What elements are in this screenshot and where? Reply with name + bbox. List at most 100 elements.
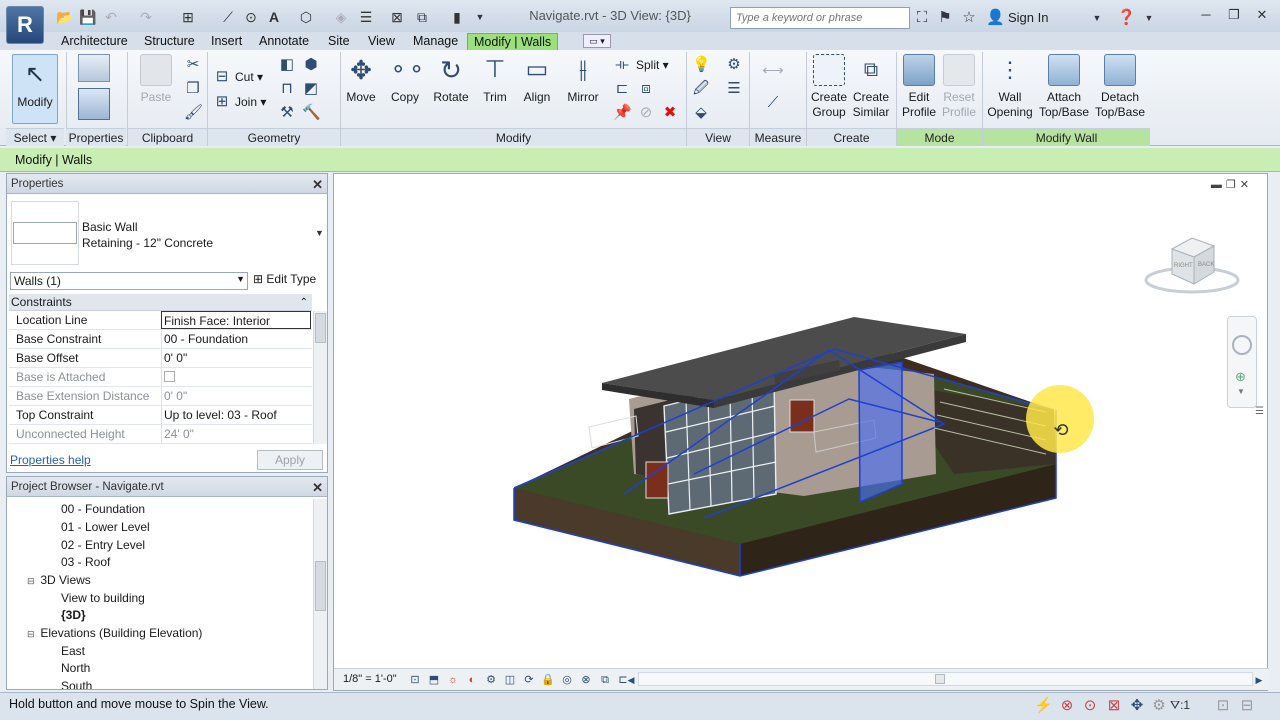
unpin-icon[interactable]: ⊘ — [637, 104, 655, 122]
property-value[interactable]: Up to level: 03 - Roof — [161, 406, 311, 424]
paste-button[interactable]: Paste — [136, 54, 176, 105]
create-group-button[interactable]: Create Group — [808, 54, 850, 120]
type-dropdown-icon[interactable]: ▼ — [315, 228, 324, 238]
properties-scrollbar[interactable] — [313, 311, 327, 444]
scroll-thumb[interactable] — [935, 674, 945, 684]
remove-paint-icon[interactable]: ◩ — [302, 80, 320, 98]
reveal-hidden-icon[interactable]: ⊗ — [579, 671, 593, 689]
minimize-icon[interactable]: ─ — [1194, 5, 1218, 25]
paint-icon[interactable]: ⬢ — [302, 56, 320, 74]
aligned-dimension-icon[interactable]: ⟋ — [758, 94, 788, 112]
property-value[interactable]: 0' 0" — [161, 349, 311, 367]
select-by-face-icon[interactable]: ⊠ — [1105, 697, 1123, 715]
viewcube[interactable]: RIGHT BACK — [1144, 237, 1240, 294]
ribbon-minimize-toggle-icon[interactable]: ▭ ▾ — [583, 34, 611, 48]
linework-icon[interactable]: ☰ — [725, 80, 743, 98]
property-row-top-constraint[interactable]: Top Constraint Up to level: 03 - Roof — [9, 406, 312, 425]
shadows-icon[interactable]: ◐ — [465, 671, 479, 689]
section-icon[interactable]: ◈ — [333, 9, 349, 25]
tab-annotate[interactable]: Annotate — [253, 33, 315, 50]
copy-clipboard-icon[interactable]: ❐ — [184, 80, 202, 98]
visual-style-icon[interactable]: ⬒ — [427, 671, 441, 689]
collapse-toggle-icon[interactable]: ⊟ — [27, 573, 37, 591]
tree-item-east[interactable]: East — [61, 643, 85, 661]
apply-button[interactable]: Apply — [257, 450, 323, 470]
join-geometry-button[interactable]: Join ▾ — [235, 95, 266, 109]
tree-item-01-lower-level[interactable]: 01 - Lower Level — [61, 519, 150, 537]
scroll-thumb[interactable] — [315, 561, 326, 611]
search-input[interactable] — [730, 7, 910, 29]
wall-joins-icon[interactable]: ⊓ — [278, 80, 296, 98]
hide-in-view-icon[interactable]: ⚙ — [725, 56, 743, 74]
user-icon[interactable]: 👤 — [986, 9, 1005, 27]
customize-icon[interactable]: ▮ — [449, 9, 465, 25]
help-icon[interactable]: ❓ — [1117, 9, 1136, 27]
tab-insert[interactable]: Insert — [205, 33, 248, 50]
dimension-icon[interactable]: ⊙ — [243, 9, 259, 25]
select-links-icon[interactable]: ⚡ — [1034, 697, 1053, 715]
show-crop-icon[interactable]: ⟳ — [522, 671, 536, 689]
property-row-base-offset[interactable]: Base Offset 0' 0" — [9, 349, 312, 368]
tree-item-elevations[interactable]: ⊟ Elevations (Building Elevation) — [27, 625, 202, 644]
property-row-base-attached[interactable]: Base is Attached — [9, 368, 312, 387]
select-pinned-icon[interactable]: ⊙ — [1081, 697, 1099, 715]
split-face-icon[interactable]: ◧ — [278, 56, 296, 74]
match-properties-icon[interactable]: 🖌 — [184, 104, 203, 122]
panel-select[interactable]: Select ▾ — [6, 128, 64, 146]
customize-dropdown-icon[interactable]: ▼ — [472, 9, 488, 25]
building-model[interactable] — [513, 317, 1057, 577]
binoculars-icon[interactable]: ⛶ — [913, 9, 931, 27]
tree-item-03-roof[interactable]: 03 - Roof — [61, 554, 110, 572]
undo-icon[interactable]: ↶ — [103, 9, 119, 25]
horizontal-scrollbar[interactable] — [638, 672, 1253, 686]
thin-lines-icon[interactable]: ☰ — [358, 9, 374, 25]
properties-icon[interactable] — [78, 88, 110, 120]
background-processes-icon[interactable]: ⚙ — [1150, 697, 1168, 715]
scroll-thumb[interactable] — [315, 313, 326, 343]
tree-item-3d-current[interactable]: {3D} — [61, 607, 86, 625]
sun-path-icon[interactable]: ☼ — [446, 671, 460, 689]
tree-item-02-entry-level[interactable]: 02 - Entry Level — [61, 537, 145, 555]
wall-opening-button[interactable]: ⋮ Wall Opening — [986, 54, 1034, 120]
tab-architecture[interactable]: Architecture — [55, 33, 134, 50]
view-element-icon[interactable]: ⬙ — [692, 104, 710, 122]
viewport-side-icon[interactable]: ☰ — [1255, 406, 1267, 426]
tab-modify-walls[interactable]: Modify | Walls — [467, 33, 559, 50]
property-row-base-extension[interactable]: Base Extension Distance 0' 0" — [9, 387, 312, 406]
type-properties-icon[interactable] — [78, 54, 110, 82]
rotate-button[interactable]: ↻ Rotate — [430, 54, 472, 105]
detach-top-base-button[interactable]: Detach Top/Base — [1093, 54, 1147, 120]
open-icon[interactable]: 📂 — [56, 9, 73, 25]
scroll-right-icon[interactable]: ▶ — [1254, 671, 1264, 689]
drag-elements-icon[interactable]: ✥ — [1128, 697, 1146, 715]
tree-item-north[interactable]: North — [61, 660, 90, 678]
tree-item-view-to-building[interactable]: View to building — [61, 590, 145, 608]
properties-help-link[interactable]: Properties help — [10, 453, 91, 467]
sync-icon[interactable]: ⊞ — [180, 9, 196, 25]
split-button[interactable]: Split ▾ — [636, 58, 669, 72]
worksharing-icon[interactable]: ⧉ — [598, 671, 612, 689]
zoom-icon[interactable]: ⊕ — [1235, 369, 1246, 385]
cut-geometry-icon[interactable]: ⊟ — [213, 68, 231, 86]
property-value[interactable]: 24' 0" — [161, 425, 311, 443]
create-similar-button[interactable]: ⧉ Create Similar — [850, 54, 892, 120]
sign-in-dropdown-icon[interactable]: ▼ — [1088, 9, 1106, 27]
align-button[interactable]: ▭ Align — [517, 54, 557, 105]
property-value[interactable] — [161, 368, 311, 386]
sign-in-button[interactable]: Sign In — [1008, 10, 1048, 25]
property-value-input[interactable]: Finish Face: Interior — [161, 311, 311, 329]
property-row-unconnected-height[interactable]: Unconnected Height 24' 0" — [9, 425, 312, 444]
property-value[interactable]: 0' 0" — [161, 387, 311, 405]
text-icon[interactable]: A — [266, 9, 282, 25]
delete-icon[interactable]: ✖ — [661, 104, 679, 122]
lock-view-icon[interactable]: 🔒 — [541, 671, 555, 689]
project-browser-scrollbar[interactable] — [313, 499, 327, 689]
edit-type-button[interactable]: ⊞ Edit Type — [253, 272, 316, 286]
cut-geometry-button[interactable]: Cut ▾ — [235, 70, 263, 84]
tree-item-3d-views[interactable]: ⊟ 3D Views — [27, 572, 91, 591]
model-canvas[interactable]: RIGHT BACK ⟲ — [334, 174, 1269, 668]
mirror-button[interactable]: ⫲ Mirror — [562, 54, 604, 105]
close-icon[interactable]: ✕ — [312, 478, 323, 498]
help-dropdown-icon[interactable]: ▼ — [1140, 9, 1158, 27]
move-button[interactable]: ✥ Move — [342, 54, 380, 105]
